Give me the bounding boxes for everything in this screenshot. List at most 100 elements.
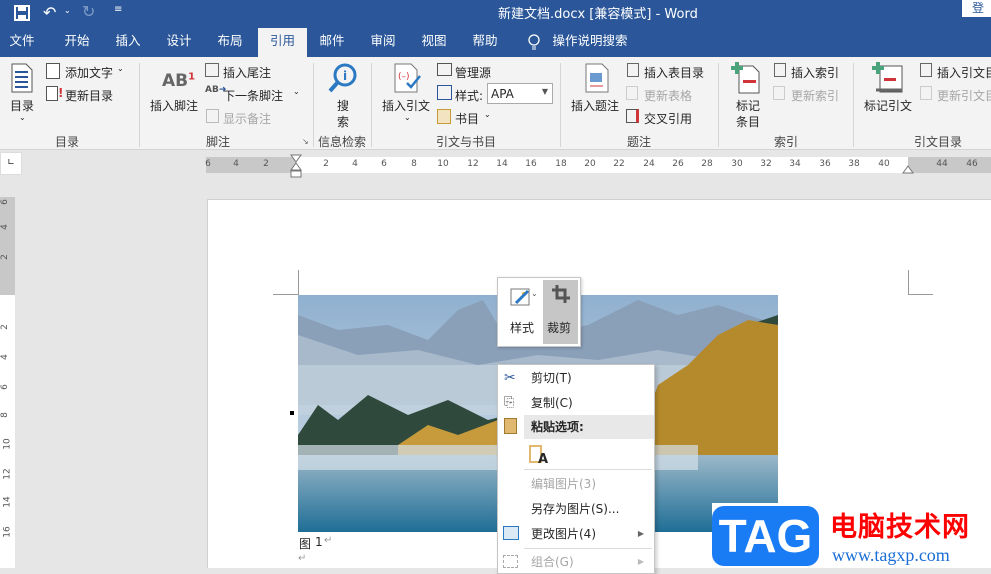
ruler-number: 44 <box>936 159 948 169</box>
crop-mark <box>908 270 909 295</box>
right-indent-marker-icon[interactable] <box>902 165 914 174</box>
tab-mailings[interactable]: 邮件 <box>310 28 354 57</box>
add-text-button[interactable]: 添加文字 <box>65 64 113 81</box>
add-text-icon <box>46 63 60 79</box>
mark-citation-icon <box>872 62 903 93</box>
toc-button[interactable]: 目录 <box>10 97 34 114</box>
ruler-right-margin <box>908 157 991 173</box>
ruler-number: 2 <box>263 159 269 169</box>
horizontal-ruler[interactable]: 6 4 2 2 4 6 8 10 12 14 16 18 20 22 24 26 28 30 32 34 36 38 40 4… <box>205 154 991 178</box>
next-footnote-button[interactable]: 下一条脚注 <box>223 87 283 104</box>
picture-style-button[interactable]: ⌄ 样式 <box>500 280 542 344</box>
search-button[interactable]: 搜 <box>337 97 349 114</box>
ruler-number: 32 <box>760 159 772 169</box>
tab-home[interactable]: 开始 <box>55 28 99 57</box>
ruler-left-margin <box>206 157 296 173</box>
ruler-number: 4 <box>352 159 358 169</box>
customize-toolbar-icon[interactable]: ≡ <box>114 4 122 15</box>
group-label-footnotes: 脚注 <box>206 135 231 149</box>
undo-icon[interactable]: ↶ <box>43 3 56 22</box>
indent-marker-icon[interactable] <box>290 154 302 180</box>
tab-view[interactable]: 视图 <box>412 28 456 57</box>
insert-toa-button[interactable]: 插入引文目 <box>937 64 991 81</box>
ruler-number: 20 <box>584 159 596 169</box>
bibliography-button[interactable]: 书目 <box>455 110 479 127</box>
chevron-down-icon[interactable]: ⌄ <box>484 110 491 119</box>
vertical-ruler[interactable]: 6 4 2 2 4 6 8 10 12 14 16 <box>0 197 15 568</box>
ruler-number: 2 <box>0 324 10 330</box>
manage-sources-icon <box>437 63 452 76</box>
insert-footnote-icon: AB1 <box>162 71 196 91</box>
group-label-index: 索引 <box>774 135 799 149</box>
insert-index-button[interactable]: 插入索引 <box>791 64 839 81</box>
menu-item-cut[interactable]: ✂ 剪切(T) <box>498 366 654 390</box>
ruler-number: 4 <box>0 354 10 360</box>
paste-keep-text-only-button[interactable]: A <box>529 443 551 467</box>
picture-style-icon: ⌄ <box>510 288 538 306</box>
selection-handle[interactable] <box>290 411 294 415</box>
mark-entry-button-line2[interactable]: 条目 <box>736 113 760 130</box>
cross-reference-icon <box>626 109 639 123</box>
tab-help[interactable]: 帮助 <box>463 28 507 57</box>
crop-button[interactable]: 裁剪 <box>543 280 578 344</box>
crop-icon <box>552 285 570 303</box>
cross-reference-button[interactable]: 交叉引用 <box>644 110 692 127</box>
ribbon: 目录 ⌄ 添加文字 ⌄ ! 更新目录 目录 AB1 插入脚注 插入尾注 AB➜ … <box>0 57 991 150</box>
dialog-launcher-icon[interactable]: ↘ <box>302 137 309 146</box>
update-index-button: 更新索引 <box>791 89 840 103</box>
chevron-down-icon[interactable]: ⌄ <box>404 113 411 122</box>
menu-item-save-as-picture[interactable]: 另存为图片(S)... <box>498 497 654 521</box>
insert-footnote-button[interactable]: 插入脚注 <box>150 97 198 114</box>
style-select-value: APA <box>491 87 514 101</box>
mark-entry-button[interactable]: 标记 <box>736 97 760 114</box>
tab-insert[interactable]: 插入 <box>106 28 150 57</box>
toc-dropdown-icon[interactable]: ⌄ <box>19 113 26 122</box>
show-notes-button: 显示备注 <box>223 112 272 126</box>
menu-item-change-picture[interactable]: 更改图片(4) ▶ <box>498 522 654 546</box>
ruler-number: 40 <box>878 159 890 169</box>
insert-index-icon <box>774 63 786 77</box>
search-button-line2[interactable]: 索 <box>337 113 349 130</box>
ruler-number: 26 <box>672 159 684 169</box>
ruler-number: 12 <box>2 468 13 480</box>
insert-endnote-button[interactable]: 插入尾注 <box>223 64 271 81</box>
update-toa-button: 更新引文目 <box>937 89 991 103</box>
tab-layout[interactable]: 布局 <box>208 28 252 57</box>
mark-citation-button[interactable]: 标记引文 <box>864 97 912 114</box>
undo-dropdown-icon[interactable]: ⌄ <box>64 6 71 15</box>
ruler-number: 14 <box>496 159 508 169</box>
redo-icon: ↻ <box>82 2 96 21</box>
save-icon[interactable] <box>13 4 31 22</box>
insert-citation-button[interactable]: 插入引文 <box>382 97 430 114</box>
tab-design[interactable]: 设计 <box>157 28 201 57</box>
group-icon <box>503 555 518 568</box>
menu-item-copy[interactable]: ⎘ 复制(C) <box>498 391 654 415</box>
tell-me-search[interactable]: 操作说明搜索 <box>550 28 630 57</box>
manage-sources-button[interactable]: 管理源 <box>455 64 491 81</box>
update-toc-icon <box>46 86 58 101</box>
tab-references[interactable]: 引用 <box>258 28 307 57</box>
show-notes-icon <box>206 109 219 123</box>
ruler-number: 16 <box>2 526 13 538</box>
style-select[interactable]: APA ▼ <box>487 83 553 104</box>
ruler-number: 8 <box>411 159 417 169</box>
insert-table-of-figures-button[interactable]: 插入表目录 <box>644 64 704 81</box>
insert-caption-button[interactable]: 插入题注 <box>571 97 619 114</box>
ruler-number: 10 <box>2 438 13 450</box>
menu-item-group: 组合(G) ▶ <box>498 550 654 574</box>
chevron-down-icon[interactable]: ⌄ <box>293 87 300 96</box>
svg-text:(–): (–) <box>398 72 410 82</box>
insert-endnote-icon <box>205 63 219 77</box>
watermark-site-name: 电脑技术网 <box>830 512 970 543</box>
tab-file[interactable]: 文件 <box>0 28 44 57</box>
update-toc-button[interactable]: 更新目录 <box>65 87 113 104</box>
tab-stop-selector[interactable]: ∟ <box>0 152 22 175</box>
search-info-icon: i <box>328 63 357 93</box>
ruler-number: 18 <box>555 159 567 169</box>
login-button[interactable]: 登录 <box>962 0 991 32</box>
tab-review[interactable]: 审阅 <box>361 28 405 57</box>
mark-entry-icon <box>731 62 760 94</box>
exclamation-icon: ! <box>58 86 64 100</box>
mini-toolbar: ⌄ 样式 裁剪 <box>497 277 581 347</box>
submenu-arrow-icon: ▶ <box>637 529 644 538</box>
